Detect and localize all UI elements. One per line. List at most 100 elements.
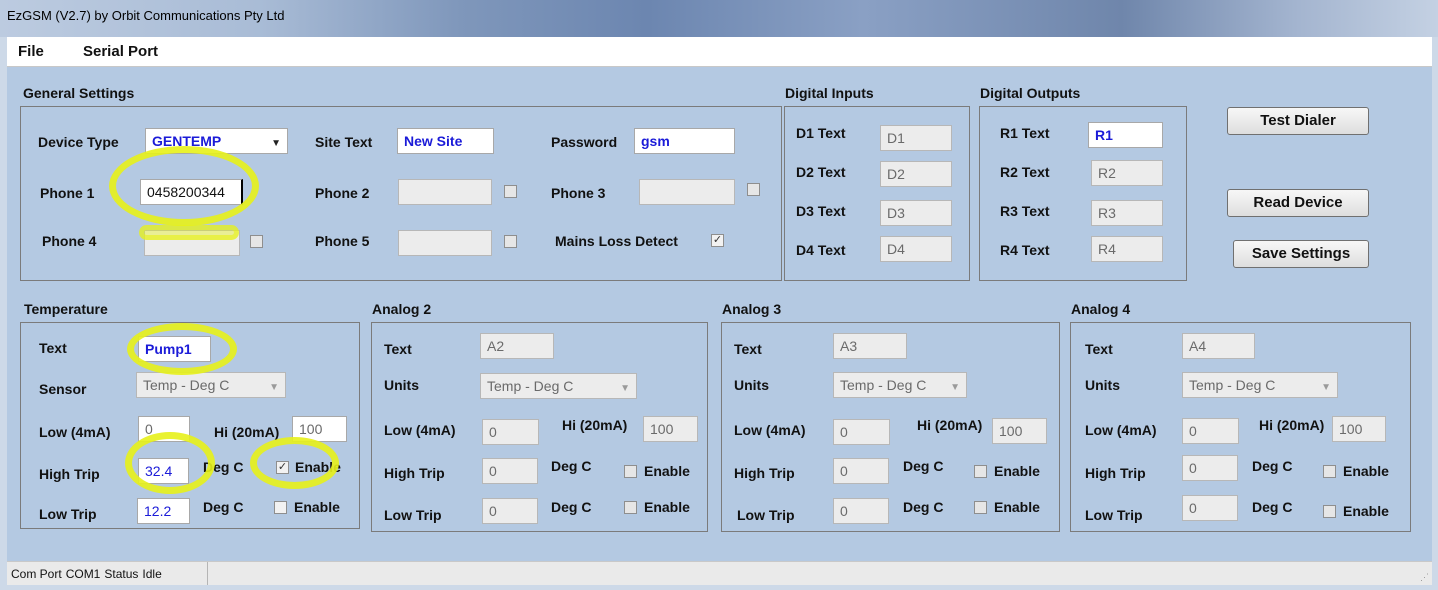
menu-serial-port[interactable]: Serial Port: [83, 43, 158, 60]
analog3-high-trip-checkbox[interactable]: [974, 465, 987, 478]
status-bar: Com Port COM1 Status Idle ⋰: [7, 561, 1432, 585]
phone2-input[interactable]: [398, 179, 492, 205]
analog2-low-input[interactable]: 0: [482, 419, 539, 445]
test-dialer-button[interactable]: Test Dialer: [1227, 107, 1369, 135]
analog2-units-select[interactable]: Temp - Deg C ▼: [480, 373, 637, 399]
analog3-high-trip-input[interactable]: 0: [833, 458, 889, 484]
analog4-hi-input[interactable]: 100: [1332, 416, 1386, 442]
analog4-high-trip-label: High Trip: [1085, 465, 1146, 481]
analog4-low-trip-unit: Deg C: [1252, 499, 1293, 515]
analog2-high-trip-checkbox[interactable]: [624, 465, 637, 478]
mains-loss-detect-checkbox[interactable]: ✓: [711, 234, 724, 247]
phone1-label: Phone 1: [40, 185, 95, 201]
status-label: Status: [104, 567, 139, 581]
analog4-units-select[interactable]: Temp - Deg C ▼: [1182, 372, 1338, 398]
temperature-low-trip-checkbox[interactable]: [274, 501, 287, 514]
temperature-low-trip-input[interactable]: 12.2: [137, 498, 190, 524]
status-text: Com Port COM1 Status Idle: [7, 562, 208, 585]
mains-loss-detect-label: Mains Loss Detect: [555, 233, 678, 249]
menu-bar: File Serial Port: [7, 37, 1432, 67]
phone4-label: Phone 4: [42, 233, 97, 249]
site-text-input[interactable]: New Site: [397, 128, 494, 154]
analog2-text-label: Text: [384, 341, 412, 357]
window-title: EzGSM (V2.7) by Orbit Communications Pty…: [7, 8, 285, 23]
highlight-high-trip: [125, 432, 215, 494]
analog3-low-trip-input[interactable]: 0: [833, 498, 889, 524]
phone5-checkbox[interactable]: [504, 235, 517, 248]
phone5-input[interactable]: [398, 230, 492, 256]
analog2-text-input[interactable]: A2: [480, 333, 554, 359]
d3-text-input[interactable]: D3: [880, 200, 952, 226]
analog3-hi-input[interactable]: 100: [992, 418, 1047, 444]
analog4-low-trip-label: Low Trip: [1085, 507, 1143, 523]
general-settings-title: General Settings: [23, 85, 135, 101]
temperature-title: Temperature: [24, 301, 108, 317]
digital-inputs-title: Digital Inputs: [785, 85, 874, 101]
analog3-title: Analog 3: [722, 301, 782, 317]
analog3-low-trip-unit: Deg C: [903, 499, 944, 515]
password-input[interactable]: gsm: [634, 128, 735, 154]
temperature-low-trip-unit: Deg C: [203, 499, 244, 515]
analog3-low-trip-enable-label: Enable: [994, 499, 1040, 515]
analog3-hi-label: Hi (20mA): [917, 417, 983, 433]
analog2-high-trip-label: High Trip: [384, 465, 445, 481]
sensor-select[interactable]: Temp - Deg C ▼: [136, 372, 286, 398]
analog2-title: Analog 2: [372, 301, 432, 317]
chevron-down-icon: ▼: [620, 383, 630, 394]
analog3-units-select[interactable]: Temp - Deg C ▼: [833, 372, 967, 398]
analog4-high-trip-input[interactable]: 0: [1182, 455, 1238, 481]
analog4-low-trip-input[interactable]: 0: [1182, 495, 1238, 521]
analog2-hi-label: Hi (20mA): [562, 417, 628, 433]
analog3-low-trip-checkbox[interactable]: [974, 501, 987, 514]
analog4-high-trip-unit: Deg C: [1252, 458, 1293, 474]
d2-text-input[interactable]: D2: [880, 161, 952, 187]
r3-text-input[interactable]: R3: [1091, 200, 1163, 226]
d3-text-label: D3 Text: [796, 203, 846, 219]
temperature-low-label: Low (4mA): [39, 424, 111, 440]
d4-text-input[interactable]: D4: [880, 236, 952, 262]
analog3-low-input[interactable]: 0: [833, 419, 890, 445]
r4-text-input[interactable]: R4: [1091, 236, 1163, 262]
r2-text-input[interactable]: R2: [1091, 160, 1163, 186]
resize-grip-icon[interactable]: ⋰: [1420, 572, 1429, 583]
analog4-text-input[interactable]: A4: [1182, 333, 1255, 359]
d1-text-input[interactable]: D1: [880, 125, 952, 151]
analog4-low-trip-enable-label: Enable: [1343, 503, 1389, 519]
app-window: EzGSM (V2.7) by Orbit Communications Pty…: [0, 0, 1438, 590]
analog3-text-input[interactable]: A3: [833, 333, 907, 359]
menu-file[interactable]: File: [18, 43, 44, 60]
phone2-label: Phone 2: [315, 185, 370, 201]
phone2-checkbox[interactable]: [504, 185, 517, 198]
temperature-low-trip-enable-label: Enable: [294, 499, 340, 515]
save-settings-button[interactable]: Save Settings: [1233, 240, 1369, 268]
analog2-high-trip-input[interactable]: 0: [482, 458, 538, 484]
chevron-down-icon: ▼: [271, 138, 281, 149]
chevron-down-icon: ▼: [950, 382, 960, 393]
phone4-checkbox[interactable]: [250, 235, 263, 248]
r1-text-input[interactable]: R1: [1088, 122, 1163, 148]
analog4-low-input[interactable]: 0: [1182, 418, 1239, 444]
chevron-down-icon: ▼: [1321, 382, 1331, 393]
analog2-low-trip-checkbox[interactable]: [624, 501, 637, 514]
highlight-phone4: [139, 225, 239, 240]
phone5-label: Phone 5: [315, 233, 370, 249]
password-label: Password: [551, 134, 618, 150]
analog2-low-trip-input[interactable]: 0: [482, 498, 538, 524]
analog4-hi-label: Hi (20mA): [1259, 417, 1325, 433]
temperature-low-trip-label: Low Trip: [39, 506, 97, 522]
analog4-units-value: Temp - Deg C: [1189, 377, 1276, 393]
phone3-input[interactable]: [639, 179, 735, 205]
analog4-low-trip-checkbox[interactable]: [1323, 505, 1336, 518]
temperature-high-trip-label: High Trip: [39, 466, 100, 482]
analog3-high-trip-label: High Trip: [734, 465, 795, 481]
analog4-high-trip-checkbox[interactable]: [1323, 465, 1336, 478]
analog3-text-label: Text: [734, 341, 762, 357]
analog2-hi-input[interactable]: 100: [643, 416, 698, 442]
analog3-units-value: Temp - Deg C: [840, 377, 927, 393]
phone3-checkbox[interactable]: [747, 183, 760, 196]
read-device-button[interactable]: Read Device: [1227, 189, 1369, 217]
analog3-low-trip-label: Low Trip: [737, 507, 795, 523]
status-value: Idle: [142, 567, 162, 581]
analog2-low-label: Low (4mA): [384, 422, 456, 438]
highlight-high-trip-enable: [250, 437, 339, 489]
